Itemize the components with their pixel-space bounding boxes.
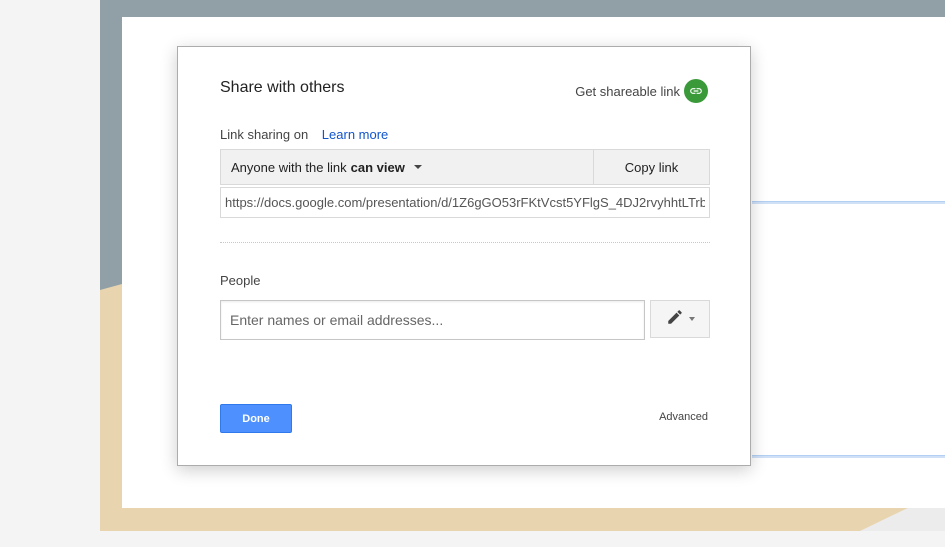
dialog-title: Share with others xyxy=(220,79,345,96)
link-icon xyxy=(684,79,708,103)
get-shareable-link-button[interactable]: Get shareable link xyxy=(575,79,708,103)
people-input[interactable] xyxy=(220,300,645,340)
pencil-icon xyxy=(666,308,684,331)
link-access-dropdown[interactable]: Anyone with the link can view xyxy=(221,150,593,184)
get-shareable-link-label: Get shareable link xyxy=(575,83,680,99)
caret-down-icon xyxy=(413,165,422,169)
share-dialog: Share with others Get shareable link Lin… xyxy=(177,46,751,466)
selection-guide-line xyxy=(752,201,945,204)
link-sharing-status-text: Link sharing on xyxy=(220,127,309,142)
done-button[interactable]: Done xyxy=(220,404,292,433)
access-role: can view xyxy=(350,159,405,175)
share-url-field[interactable] xyxy=(220,187,710,218)
caret-down-icon xyxy=(688,317,695,321)
advanced-link[interactable]: Advanced xyxy=(659,411,708,423)
people-label: People xyxy=(220,273,261,288)
link-access-bar: Anyone with the link can view Copy link xyxy=(220,149,710,185)
selection-guide-line xyxy=(752,455,945,458)
link-sharing-status: Link sharing on Learn more xyxy=(220,127,388,142)
permission-dropdown-button[interactable] xyxy=(650,300,710,338)
learn-more-link[interactable]: Learn more xyxy=(322,127,388,142)
copy-link-button[interactable]: Copy link xyxy=(593,150,709,184)
access-prefix: Anyone with the link xyxy=(231,159,347,175)
section-divider xyxy=(220,242,710,243)
